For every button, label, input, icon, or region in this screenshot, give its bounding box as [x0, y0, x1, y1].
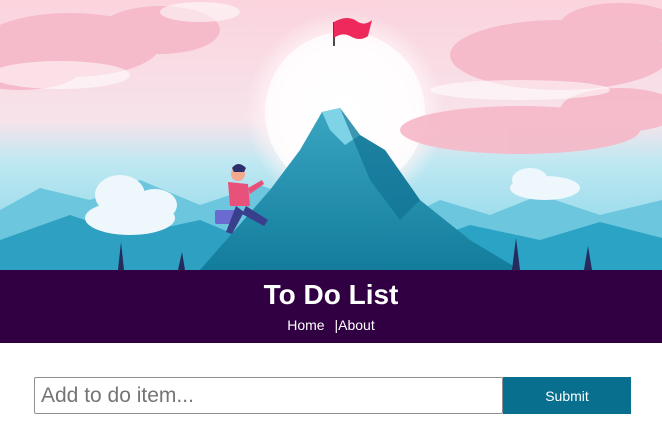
nav-link-about[interactable]: About	[338, 317, 375, 333]
nav-link-home[interactable]: Home	[287, 317, 324, 333]
mountain-illustration	[0, 0, 662, 270]
submit-button[interactable]: Submit	[503, 377, 631, 414]
main-nav: Home |About	[0, 317, 662, 333]
site-header: To Do List Home |About	[0, 270, 662, 343]
page-title: To Do List	[263, 279, 399, 310]
add-todo-form: Submit	[34, 377, 631, 414]
todo-input[interactable]	[34, 377, 503, 414]
hero-banner	[0, 0, 662, 270]
